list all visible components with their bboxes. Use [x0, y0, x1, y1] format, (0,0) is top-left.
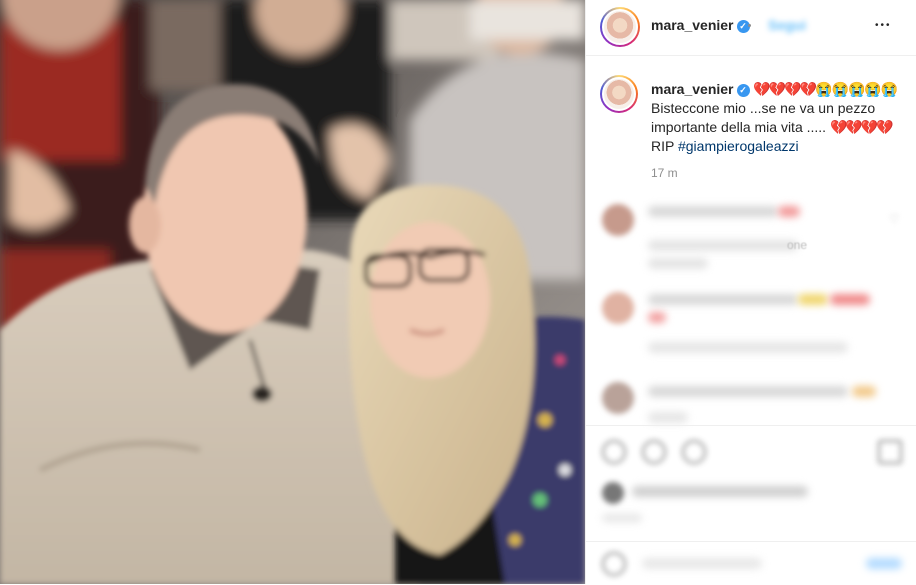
username-text: mara_venier — [651, 17, 734, 33]
author-username[interactable]: mara_venier ✓ — [651, 17, 750, 33]
post-side-panel: mara_venier ✓ mara_venier ✓ 💔💔💔💔😭😭😭😭😭 Bist… — [585, 0, 916, 584]
post-photo[interactable] — [0, 0, 585, 584]
add-comment-bar — [586, 541, 916, 585]
caption-rip: RIP — [651, 138, 675, 154]
comment-emoji-blur — [778, 206, 800, 217]
instagram-post: mara_venier ✓ mara_venier ✓ 💔💔💔💔😭😭😭😭😭 Bist… — [0, 0, 916, 584]
author-avatar[interactable] — [600, 7, 640, 47]
share-icon[interactable] — [682, 440, 706, 464]
comment-text-blur — [648, 342, 848, 353]
emoji-icon[interactable] — [602, 552, 626, 576]
comment-fragment: one — [787, 238, 808, 252]
more-options-icon[interactable]: ••• — [875, 20, 892, 31]
comment-avatar[interactable] — [602, 204, 634, 236]
verified-badge-icon: ✓ — [736, 84, 750, 97]
bookmark-icon[interactable] — [878, 440, 902, 464]
publish-button[interactable] — [866, 558, 902, 569]
caption-username-text: mara_venier — [651, 81, 734, 97]
comment-like-icon[interactable]: ♡ — [889, 212, 900, 226]
caption-author-avatar[interactable] — [600, 75, 638, 113]
comment-avatar[interactable] — [602, 292, 634, 324]
broken-hearts-emoji: 💔💔💔💔 — [753, 81, 817, 97]
comment-text-blur — [648, 240, 798, 251]
caption-username[interactable]: mara_venier ✓ — [651, 81, 750, 97]
post-header: mara_venier ✓ — [586, 0, 916, 56]
comment-emoji-blur — [648, 312, 666, 323]
comment-icon[interactable] — [642, 440, 666, 464]
comment-text-blur — [648, 294, 798, 305]
comments-list: ♡ — [586, 190, 916, 425]
broken-hearts-emoji: 💔💔💔💔 — [829, 119, 894, 135]
avatar-image — [602, 9, 638, 45]
caption-timestamp: 17 m — [651, 166, 678, 180]
avatar-image — [602, 77, 636, 111]
comment-emoji-blur — [830, 294, 870, 305]
post-actions — [586, 425, 916, 584]
comment-emoji-blur — [798, 294, 828, 305]
comment-text-blur — [648, 386, 848, 397]
comment-text-blur — [648, 412, 688, 423]
comment-text-blur — [648, 206, 778, 217]
heart-icon[interactable] — [602, 440, 626, 464]
post-caption: mara_venier ✓ 💔💔💔💔😭😭😭😭😭 Bisteccone mio ..… — [651, 80, 906, 156]
crying-emoji: 😭😭😭😭😭 — [815, 81, 898, 97]
add-comment-input[interactable] — [642, 558, 762, 569]
follow-button[interactable]: Segui — [768, 17, 806, 33]
comment-emoji-blur — [852, 386, 876, 397]
likes-summary-blur — [632, 486, 808, 497]
photo-illustration — [0, 0, 585, 584]
liker-avatar[interactable] — [602, 482, 624, 504]
header-separator-dot — [748, 24, 751, 27]
post-date-blur — [602, 514, 642, 522]
comment-avatar[interactable] — [602, 382, 634, 414]
hashtag-link[interactable]: #giampierogaleazzi — [678, 138, 799, 154]
comment-text-blur — [648, 258, 708, 269]
